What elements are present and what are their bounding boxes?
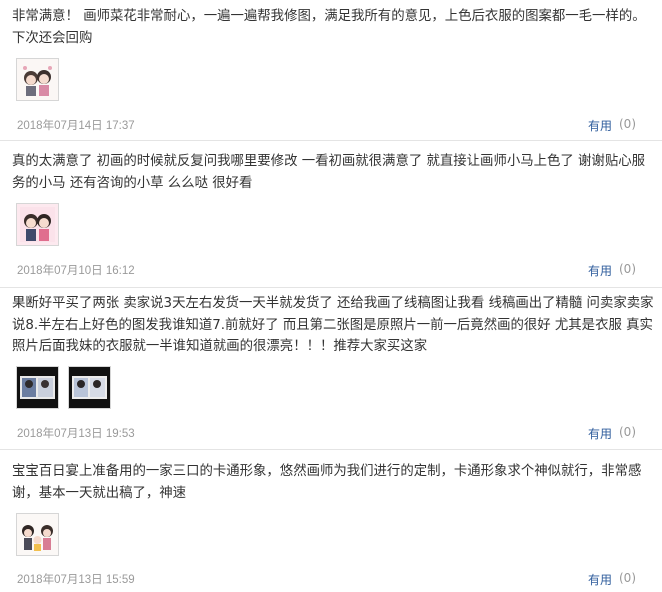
photo-comparison-image	[17, 367, 58, 408]
useful-vote: 有用 (0)	[588, 262, 636, 279]
review-photo-thumbnail[interactable]	[16, 58, 59, 101]
review-date: 2018年07月13日 15:59	[17, 574, 135, 586]
cartoon-couple-image	[17, 204, 58, 245]
review-item: 果断好平买了两张 卖家说3天左右发货一天半就发货了 还给我画了线稿图让我看 线稿…	[0, 288, 662, 449]
review-text: 非常满意！ 画师菜花非常耐心，一遍一遍帮我修图，满足我所有的意见，上色后衣服的图…	[12, 9, 646, 46]
photo-comparison-image	[69, 367, 110, 408]
review-text: 果断好平买了两张 卖家说3天左右发货一天半就发货了 还给我画了线稿图让我看 线稿…	[12, 296, 654, 354]
review-date: 2018年07月10日 16:12	[17, 265, 135, 277]
cartoon-couple-image	[17, 59, 58, 100]
useful-count: (0)	[619, 117, 636, 131]
review-text: 宝宝百日宴上准备用的一家三口的卡通形象，悠然画师为我们进行的定制，卡通形象求个神…	[12, 464, 642, 501]
useful-vote: 有用 (0)	[588, 571, 636, 588]
review-photos	[16, 513, 59, 556]
review-item: 非常满意！ 画师菜花非常耐心，一遍一遍帮我修图，满足我所有的意见，上色后衣服的图…	[0, 0, 662, 140]
cartoon-family-image	[17, 514, 58, 555]
review-text: 真的太满意了 初画的时候就反复问我哪里要修改 一看初画就很满意了 就直接让画师小…	[12, 154, 645, 191]
review-photo-thumbnail[interactable]	[16, 203, 59, 246]
review-photos	[16, 58, 59, 101]
useful-vote: 有用 (0)	[588, 117, 636, 134]
useful-button[interactable]: 有用	[588, 117, 612, 134]
review-item: 宝宝百日宴上准备用的一家三口的卡通形象，悠然画师为我们进行的定制，卡通形象求个神…	[0, 450, 662, 592]
review-date: 2018年07月14日 17:37	[17, 120, 135, 132]
review-photos	[16, 203, 59, 246]
review-photos	[16, 366, 111, 409]
useful-button[interactable]: 有用	[588, 571, 612, 588]
useful-button[interactable]: 有用	[588, 425, 612, 442]
review-list-page: { "reviews": [ { "text": "非常满意！ 画师菜花非常耐心…	[0, 0, 662, 592]
useful-count: (0)	[619, 262, 636, 276]
useful-button[interactable]: 有用	[588, 262, 612, 279]
useful-vote: 有用 (0)	[588, 425, 636, 442]
useful-count: (0)	[619, 425, 636, 439]
review-item: 真的太满意了 初画的时候就反复问我哪里要修改 一看初画就很满意了 就直接让画师小…	[0, 141, 662, 287]
useful-count: (0)	[619, 571, 636, 585]
review-photo-thumbnail[interactable]	[16, 366, 59, 409]
review-photo-thumbnail[interactable]	[16, 513, 59, 556]
review-photo-thumbnail[interactable]	[68, 366, 111, 409]
review-date: 2018年07月13日 19:53	[17, 428, 135, 440]
